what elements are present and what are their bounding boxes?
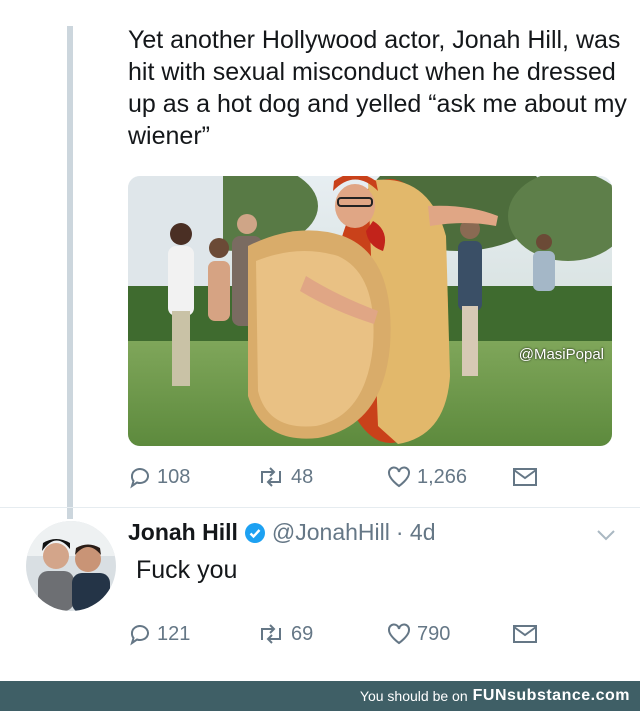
tweet-photo[interactable]: @MasiPopal <box>128 176 612 446</box>
retweet-count: 48 <box>291 465 314 488</box>
reply-button[interactable]: 108 <box>128 465 190 489</box>
display-name[interactable]: Jonah Hill <box>128 519 238 546</box>
tweet-text: Yet another Hollywood actor, Jonah Hill,… <box>128 26 627 150</box>
envelope-icon <box>513 625 537 643</box>
direct-message-button[interactable] <box>512 466 538 488</box>
site-footer-banner: You should be on FUNsubstance.com <box>0 681 640 711</box>
chevron-down-icon <box>597 530 615 541</box>
tweet-divider <box>0 507 640 508</box>
reply-header: Jonah Hill @JonahHill · 4d <box>128 519 436 546</box>
like-count: 790 <box>417 622 451 645</box>
heart-icon <box>388 623 410 645</box>
footer-brand[interactable]: FUNsubstance.com <box>473 687 630 705</box>
envelope-icon <box>513 468 537 486</box>
footer-text: You should be on <box>359 688 468 704</box>
reply-count: 121 <box>157 622 191 645</box>
hot-dog-costume-photo <box>128 176 612 446</box>
speech-bubble-icon <box>130 625 149 646</box>
timestamp[interactable]: · 4d <box>396 519 436 546</box>
speech-bubble-icon <box>130 468 149 489</box>
like-button[interactable]: 790 <box>386 622 450 646</box>
reply-count: 108 <box>157 465 191 488</box>
verified-badge-icon <box>244 522 265 543</box>
retweet-count: 69 <box>291 622 314 645</box>
direct-message-button[interactable] <box>512 623 538 645</box>
reply-button[interactable]: 121 <box>128 622 190 646</box>
reply-actions: 121 69 790 <box>128 619 608 649</box>
retweet-icon <box>261 467 281 487</box>
photo-watermark: @MasiPopal <box>518 346 604 363</box>
profile-photo <box>26 521 116 611</box>
thread-connector-line <box>67 26 73 519</box>
avatar[interactable] <box>26 521 116 611</box>
heart-icon <box>388 466 410 488</box>
reply-text: Fuck you <box>136 556 238 584</box>
tweet-actions: 108 48 1,266 <box>128 462 608 492</box>
more-options-button[interactable] <box>596 528 616 547</box>
like-count: 1,266 <box>417 465 468 488</box>
retweet-icon <box>261 624 281 644</box>
retweet-button[interactable]: 69 <box>256 622 313 646</box>
user-handle[interactable]: @JonahHill <box>272 519 390 546</box>
retweet-button[interactable]: 48 <box>256 465 313 489</box>
like-button[interactable]: 1,266 <box>386 465 467 489</box>
